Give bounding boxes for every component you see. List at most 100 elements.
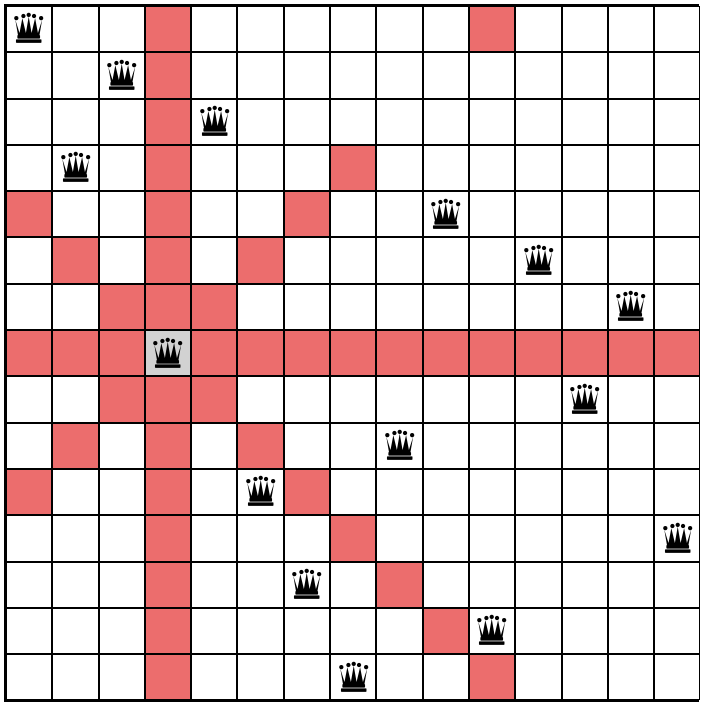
board-cell[interactable] [330,376,376,422]
board-cell[interactable] [654,284,700,330]
board-cell[interactable] [284,376,330,422]
board-cell[interactable] [145,191,191,237]
board-cell[interactable] [99,562,145,608]
board-cell[interactable] [423,376,469,422]
board-cell[interactable] [284,654,330,700]
board-cell[interactable] [562,284,608,330]
board-cell[interactable] [654,6,700,52]
board-cell[interactable] [52,52,98,98]
board-cell[interactable] [52,145,98,191]
board-cell[interactable] [330,237,376,283]
board-cell[interactable] [469,562,515,608]
board-cell[interactable] [191,191,237,237]
board-cell[interactable] [469,191,515,237]
board-cell[interactable] [99,284,145,330]
board-cell[interactable] [145,237,191,283]
board-cell[interactable] [6,608,52,654]
board-cell[interactable] [376,6,422,52]
board-cell[interactable] [99,145,145,191]
board-cell[interactable] [423,330,469,376]
board-cell[interactable] [608,469,654,515]
board-cell[interactable] [562,145,608,191]
board-cell[interactable] [6,191,52,237]
board-cell[interactable] [423,284,469,330]
board-cell[interactable] [562,191,608,237]
board-cell[interactable] [515,562,561,608]
board-cell[interactable] [423,608,469,654]
board-cell[interactable] [469,237,515,283]
board-cell[interactable] [237,515,283,561]
board-cell[interactable] [376,330,422,376]
board-cell[interactable] [423,6,469,52]
board-cell[interactable] [423,237,469,283]
board-cell[interactable] [191,654,237,700]
board-cell[interactable] [654,237,700,283]
board-cell[interactable] [423,99,469,145]
board-cell[interactable] [99,330,145,376]
board-cell[interactable] [654,330,700,376]
board-cell[interactable] [469,6,515,52]
board-cell[interactable] [330,515,376,561]
board-cell[interactable] [99,237,145,283]
board-cell[interactable] [237,423,283,469]
board-cell[interactable] [515,237,561,283]
board-cell[interactable] [330,608,376,654]
board-cell[interactable] [6,469,52,515]
board-cell[interactable] [52,6,98,52]
board-cell[interactable] [145,654,191,700]
board-cell[interactable] [52,608,98,654]
board-cell[interactable] [562,376,608,422]
board-cell[interactable] [6,52,52,98]
board-cell[interactable] [145,608,191,654]
board-cell[interactable] [423,469,469,515]
board-cell[interactable] [654,654,700,700]
board-cell[interactable] [6,6,52,52]
board-cell[interactable] [330,654,376,700]
board-cell[interactable] [608,191,654,237]
board-cell[interactable] [191,52,237,98]
board-cell[interactable] [654,423,700,469]
board-cell[interactable] [562,469,608,515]
board-cell[interactable] [99,99,145,145]
board-cell[interactable] [99,52,145,98]
board-cell[interactable] [145,99,191,145]
board-cell[interactable] [562,52,608,98]
board-cell[interactable] [469,99,515,145]
board-cell[interactable] [52,191,98,237]
board-cell[interactable] [423,423,469,469]
board-cell[interactable] [654,608,700,654]
board-cell[interactable] [608,423,654,469]
board-cell[interactable] [284,191,330,237]
board-cell[interactable] [608,6,654,52]
board-cell[interactable] [562,608,608,654]
board-cell[interactable] [284,6,330,52]
board-cell[interactable] [330,284,376,330]
board-cell[interactable] [237,284,283,330]
board-cell[interactable] [52,469,98,515]
board-cell[interactable] [52,284,98,330]
board-cell[interactable] [191,237,237,283]
board-cell[interactable] [562,237,608,283]
board-cell[interactable] [145,6,191,52]
board-cell[interactable] [469,608,515,654]
board-cell[interactable] [376,376,422,422]
board-cell[interactable] [469,52,515,98]
board-cell[interactable] [237,99,283,145]
board-cell[interactable] [376,562,422,608]
board-cell[interactable] [284,423,330,469]
board-cell[interactable] [284,562,330,608]
board-cell[interactable] [145,52,191,98]
board-cell[interactable] [469,376,515,422]
board-cell[interactable] [145,562,191,608]
board-cell[interactable] [99,6,145,52]
board-cell[interactable] [654,99,700,145]
board-cell[interactable] [237,654,283,700]
board-cell[interactable] [237,6,283,52]
board-cell[interactable] [284,145,330,191]
board-cell[interactable] [562,515,608,561]
board-cell[interactable] [330,330,376,376]
board-cell[interactable] [608,608,654,654]
board-cell[interactable] [284,469,330,515]
board-cell[interactable] [469,330,515,376]
board-cell[interactable] [99,469,145,515]
